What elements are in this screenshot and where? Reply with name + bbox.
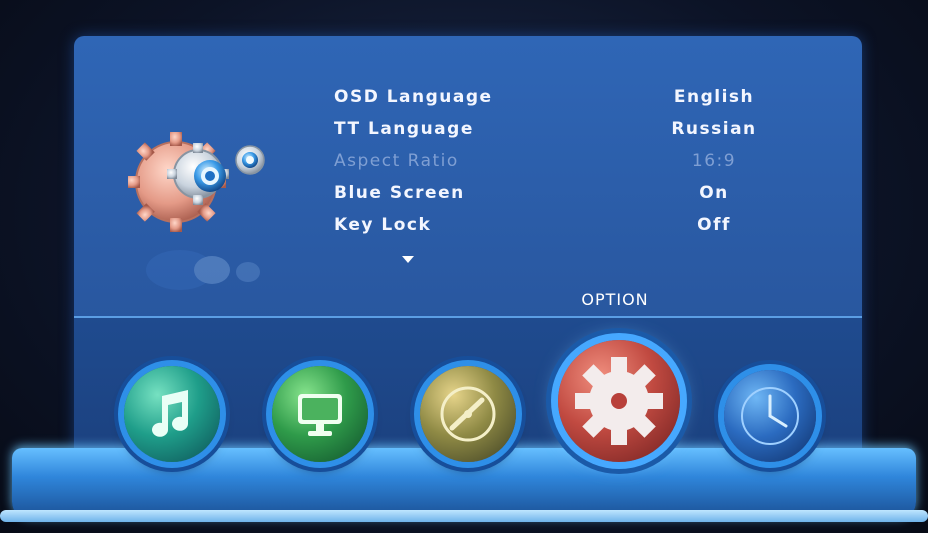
- section-title: OPTION: [581, 290, 649, 309]
- menu-item-label: OSD Language: [334, 87, 493, 107]
- nav-picture-button[interactable]: [272, 366, 368, 462]
- menu-item-value: English: [673, 87, 755, 107]
- nav-time-button[interactable]: [724, 370, 816, 462]
- settings-gears-icon: [126, 120, 278, 240]
- menu-item-label: TT Language: [334, 119, 474, 139]
- menu-item-label: Key Lock: [334, 215, 432, 235]
- option-menu-list: OSD Language English TT Language Russian…: [334, 86, 784, 246]
- menu-item-label: Aspect Ratio: [334, 151, 459, 171]
- nav-sound-button[interactable]: [124, 366, 220, 462]
- menu-item-value: 16:9: [691, 151, 737, 171]
- menu-item-aspect-ratio: Aspect Ratio 16:9: [334, 150, 784, 182]
- gear-icon: [575, 357, 663, 445]
- scroll-down-arrow-icon[interactable]: [402, 256, 414, 263]
- clock-icon: [741, 387, 799, 445]
- nav-channel-button[interactable]: [420, 366, 516, 462]
- tv-screen: OSD Language English TT Language Russian…: [0, 0, 928, 533]
- gears-reflection-icon: [140, 240, 270, 300]
- tuning-dial-icon: [440, 386, 496, 442]
- menu-item-value: Russian: [671, 119, 757, 139]
- menu-item-value: Off: [697, 215, 731, 235]
- monitor-icon: [298, 394, 342, 436]
- music-note-icon: [152, 390, 188, 437]
- menu-item-key-lock[interactable]: Key Lock Off: [334, 214, 784, 246]
- nav-option-button[interactable]: [558, 340, 680, 462]
- nav-stage-edge: [0, 510, 928, 522]
- menu-item-blue-screen[interactable]: Blue Screen On: [334, 182, 784, 214]
- menu-item-tt-language[interactable]: TT Language Russian: [334, 118, 784, 150]
- menu-item-label: Blue Screen: [334, 183, 465, 203]
- menu-item-osd-language[interactable]: OSD Language English: [334, 86, 784, 118]
- menu-item-value: On: [699, 183, 729, 203]
